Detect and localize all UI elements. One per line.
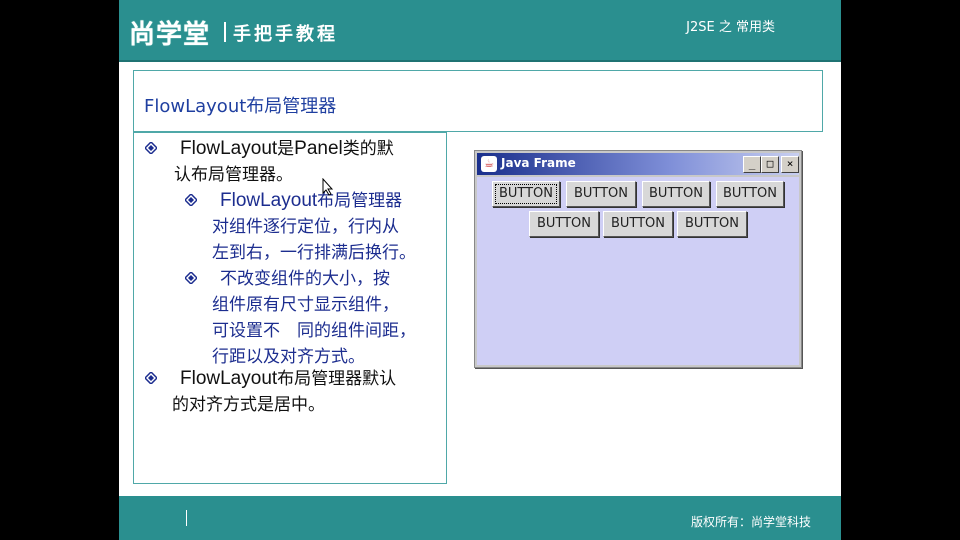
bullet-2: FlowLayout布局管理器 对组件逐行定位，行内从 左到右，一行排满后换行。 [212,190,416,263]
header-divider [224,22,226,42]
java-frame-titlebar[interactable]: ☕ Java Frame _ □ × [477,153,799,175]
footer-divider [186,510,187,526]
java-button-7[interactable]: BUTTON [677,211,747,237]
logo: 尚学堂 [129,20,211,50]
close-button[interactable]: × [781,156,799,173]
bullet-1: FlowLayout是Panel类的默 认布局管理器。 [174,138,394,185]
maximize-button[interactable]: □ [761,156,779,173]
tagline: 手把手教程 [233,24,338,45]
java-button-6[interactable]: BUTTON [603,211,673,237]
slide-title: FlowLayout布局管理器 [144,96,337,117]
window-title: Java Frame [501,156,576,170]
java-button-5[interactable]: BUTTON [529,211,599,237]
mouse-cursor-icon [322,178,334,196]
java-button-1[interactable]: BUTTON [492,181,560,207]
course-title: J2SE 之 常用类 [686,20,775,35]
java-frame-window: ☕ Java Frame _ □ × BUTTON BUTTON BUTTON … [474,150,802,368]
bullet-diamond-icon [185,272,197,284]
java-button-4[interactable]: BUTTON [716,181,784,207]
minimize-button[interactable]: _ [743,156,761,173]
bullet-diamond-icon [185,194,197,206]
java-button-3[interactable]: BUTTON [642,181,710,207]
java-coffee-icon: ☕ [481,156,497,172]
bullet-4: FlowLayout布局管理器默认 的对齐方式是居中。 [172,368,397,415]
bullet-3: 不改变组件的大小，按 组件原有尺寸显示组件， 可设置不 同的组件间距， 行距以及… [212,269,416,367]
header-bar: 尚学堂 手把手教程 J2SE 之 常用类 [119,0,841,62]
title-box: FlowLayout布局管理器 [133,70,823,132]
bullet-diamond-icon [145,142,157,154]
footer-bar: 版权所有：尚学堂科技 [119,496,841,540]
java-button-2[interactable]: BUTTON [566,181,636,207]
java-frame-content: BUTTON BUTTON BUTTON BUTTON BUTTON BUTTO… [477,177,799,365]
copyright: 版权所有：尚学堂科技 [690,515,811,529]
bullet-diamond-icon [145,372,157,384]
